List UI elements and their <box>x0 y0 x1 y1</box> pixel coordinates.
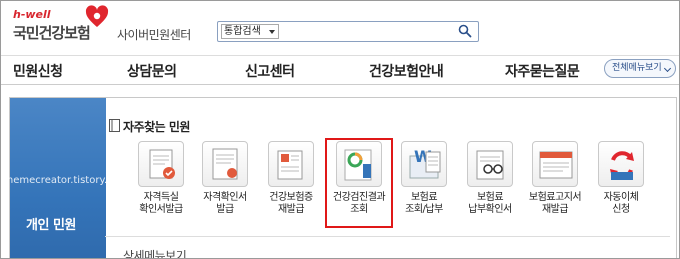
section-title: 자주찾는 민원 <box>123 120 190 134</box>
tile-label-line2: 조회/납부 <box>405 204 443 215</box>
all-menu-button[interactable]: 전체메뉴보기 <box>604 59 676 78</box>
tile-insurance-card-reissue[interactable]: 건강보험증 재발급 <box>262 141 320 216</box>
tile-label-line1: 자동이체 <box>603 192 639 203</box>
auto-transfer-icon <box>598 141 644 187</box>
tile-label-line1: 보험료고지서 <box>528 192 582 203</box>
search-category-value: 통합검색 <box>224 26 261 37</box>
nav-item-report-center[interactable]: 신고센터 <box>245 61 295 81</box>
tile-label-line1: 보험료 <box>476 192 504 203</box>
highlight-box <box>325 138 393 228</box>
nav-item-faq[interactable]: 자주묻는질문 <box>505 61 580 81</box>
header: h-well 국민건강보험 사이버민원센터 통합검색 <box>1 1 679 51</box>
tile-label-line2: 납부확인서 <box>468 204 512 215</box>
bill-icon <box>532 141 578 187</box>
payment-glasses-icon <box>467 141 513 187</box>
nav-item-consult[interactable]: 상담문의 <box>127 61 177 81</box>
tile-label-line2: 신청 <box>612 204 630 215</box>
search-category-select[interactable]: 통합검색 <box>221 24 279 39</box>
won-calculator-icon: W <box>401 141 447 187</box>
nav-item-complaint-apply[interactable]: 민원신청 <box>13 61 63 81</box>
book-icon <box>109 119 120 132</box>
nav-item-insurance-guide[interactable]: 건강보험안내 <box>369 61 444 81</box>
logo-heart-icon <box>85 5 109 27</box>
search-input[interactable] <box>282 24 452 39</box>
side-tab-label: 개인 민원 <box>26 218 76 233</box>
tile-premium-payment-confirmation[interactable]: 보험료 납부확인서 <box>461 141 519 216</box>
divider <box>105 236 670 237</box>
logo-main-text[interactable]: 국민건강보험 <box>13 22 91 43</box>
tile-label-line2: 재발급 <box>277 204 305 215</box>
watermark: themecreator.tistory.com <box>3 175 129 186</box>
tile-label-line1: 자격확인서 <box>203 192 247 203</box>
logo-small-text: h-well <box>13 8 51 21</box>
window-frame: h-well 국민건강보험 사이버민원센터 통합검색 민원신청 상담문의 신고센… <box>0 0 680 259</box>
tile-label-line2: 재발급 <box>541 204 569 215</box>
detail-menu-title[interactable]: 상세메뉴보기 <box>123 247 187 258</box>
tile-premium-inquiry-payment[interactable]: W 보험료 조회/납부 <box>395 141 453 216</box>
search-box: 통합검색 <box>217 21 479 42</box>
main-nav: 민원신청 상담문의 신고센터 건강보험안내 자주묻는질문 전체메뉴보기 <box>1 55 679 85</box>
tile-premium-bill-reissue[interactable]: 보험료고지서 재발급 <box>526 141 584 216</box>
tile-qualification-confirmation[interactable]: 자격확인서 발급 <box>196 141 254 216</box>
chevron-down-icon <box>663 64 672 73</box>
tile-label-line2: 발급 <box>216 204 234 215</box>
tile-auto-transfer-request[interactable]: 자동이체 신청 <box>592 141 650 216</box>
tile-label-line1: 보험료 <box>410 192 438 203</box>
all-menu-label: 전체메뉴보기 <box>612 63 662 73</box>
tile-label-line1: 건강보험증 <box>269 192 313 203</box>
logo-subtitle: 사이버민원센터 <box>117 28 191 42</box>
certificate-icon <box>202 141 248 187</box>
tile-label-line2: 확인서발급 <box>139 204 183 215</box>
search-icon[interactable] <box>458 24 472 38</box>
tile-qualification-certificate[interactable]: 자격득실 확인서발급 <box>132 141 190 216</box>
document-check-icon <box>138 141 184 187</box>
dropdown-caret-icon <box>269 30 275 34</box>
tile-label-line1: 자격득실 <box>143 192 179 203</box>
insurance-card-icon <box>268 141 314 187</box>
